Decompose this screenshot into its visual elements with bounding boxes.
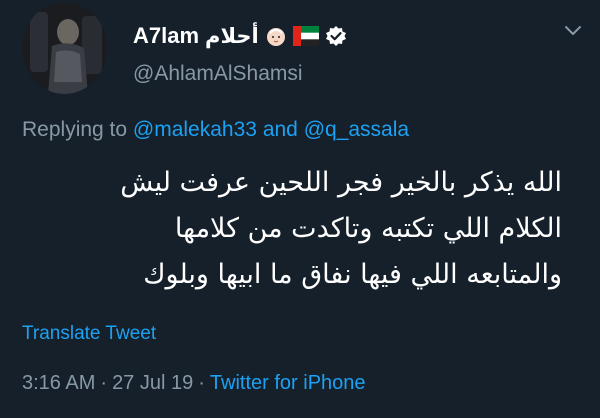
replying-to: Replying to @malekah33 and @q_assala bbox=[22, 118, 409, 142]
tweet-source[interactable]: Twitter for iPhone bbox=[210, 372, 366, 394]
mention-link-1[interactable]: @malekah33 bbox=[133, 118, 257, 141]
avatar-photo bbox=[22, 2, 107, 94]
chevron-down-icon[interactable] bbox=[563, 24, 583, 38]
translate-tweet-link[interactable]: Translate Tweet bbox=[22, 323, 156, 345]
name-row: A7lam أحلام bbox=[133, 22, 347, 50]
user-handle[interactable]: @AhlamAlShamsi bbox=[133, 62, 303, 86]
tweet-date[interactable]: 27 Jul 19 bbox=[112, 372, 193, 394]
meta-separator: · bbox=[100, 372, 108, 394]
tweet-line: الكلام اللي تكتبه وتاكدت من كلامها bbox=[174, 213, 562, 244]
baby-face-emoji bbox=[266, 28, 285, 46]
meta-separator: · bbox=[198, 372, 205, 394]
tweet-line: والمتابعه اللي فيها نفاق ما ابيها وبلوك bbox=[143, 259, 562, 290]
mention-link-2[interactable]: @q_assala bbox=[304, 118, 409, 141]
avatar[interactable] bbox=[22, 2, 107, 94]
mention-conjunction: and bbox=[262, 118, 298, 141]
display-name-arabic[interactable]: أحلام bbox=[205, 24, 259, 48]
tweet-meta: 3:16 AM · 27 Jul 19 · Twitter for iPhone bbox=[22, 372, 366, 395]
tweet-text: الله يذكر بالخير فجر اللحين عرفت ليش الك… bbox=[22, 160, 562, 298]
display-name[interactable]: A7lam bbox=[133, 23, 199, 49]
tweet-time[interactable]: 3:16 AM bbox=[22, 372, 95, 394]
tweet-line: الله يذكر بالخير فجر اللحين عرفت ليش bbox=[120, 167, 562, 198]
verified-badge-icon bbox=[325, 26, 346, 46]
uae-flag-emoji bbox=[292, 26, 319, 46]
replying-prefix: Replying to bbox=[22, 118, 128, 141]
